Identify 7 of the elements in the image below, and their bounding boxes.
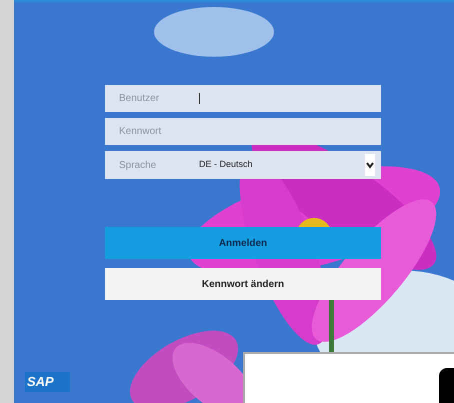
input-field[interactable]: Benutzer — [105, 85, 381, 112]
language-select[interactable]: Sprache DE - Deutsch — [105, 151, 381, 179]
logo: SAP — [25, 372, 70, 392]
input-field[interactable]: Kennwort — [105, 118, 381, 145]
login-button[interactable]: Anmelden — [105, 227, 381, 259]
change-password-button[interactable]: Kennwort ändern — [105, 268, 381, 300]
chevron-down-icon — [365, 154, 375, 176]
